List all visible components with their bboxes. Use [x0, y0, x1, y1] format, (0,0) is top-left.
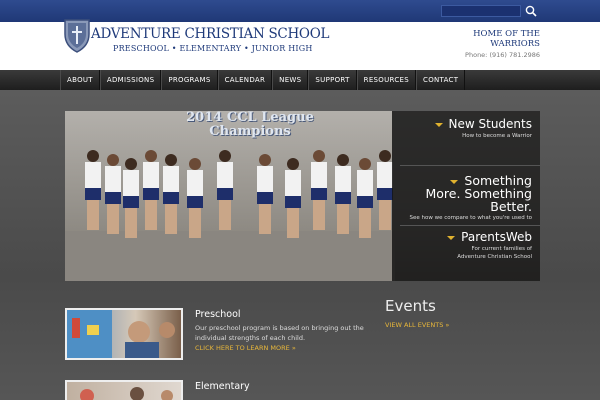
panel-subtitle-line1: For current families of [471, 246, 532, 252]
player-figure [257, 154, 273, 234]
nav-item-resources[interactable]: RESOURCES [356, 70, 416, 90]
preschool-learn-more-link[interactable]: CLICK HERE TO LEARN MORE » [195, 344, 296, 352]
panel-divider [400, 225, 540, 226]
preschool-thumbnail[interactable] [65, 308, 183, 360]
nav-item-news[interactable]: NEWS [272, 70, 309, 90]
player-figure [335, 154, 351, 234]
player-figure [311, 150, 327, 230]
player-figure [85, 150, 101, 230]
school-name[interactable]: ADVENTURE CHRISTIAN SCHOOL [91, 26, 329, 42]
panel-something-more[interactable]: Something More. Something Better. See ho… [409, 174, 532, 221]
home-of-line2: WARRIORS [490, 39, 540, 49]
school-crest-logo[interactable] [62, 16, 92, 54]
player-figure [285, 158, 301, 238]
elementary-thumbnail[interactable] [65, 380, 183, 400]
panel-subtitle-line2: Adventure Christian School [457, 254, 532, 260]
panel-divider [400, 165, 540, 166]
panel-title-line3: Better. [490, 199, 532, 214]
preschool-text-line1: Our preschool program is based on bringi… [195, 324, 364, 332]
player-figure [377, 150, 393, 230]
nav-item-programs[interactable]: PROGRAMS [161, 70, 218, 90]
team-photo-image [65, 150, 395, 281]
nav-item-contact[interactable]: CONTACT [416, 70, 466, 90]
arrow-down-icon [434, 122, 443, 127]
nav-item-admissions[interactable]: ADMISSIONS [99, 70, 162, 90]
player-figure [143, 150, 159, 230]
player-figure [357, 158, 373, 238]
main-nav: ABOUT ADMISSIONS PROGRAMS CALENDAR NEWS … [0, 70, 600, 90]
view-all-events-link[interactable]: VIEW ALL EVENTS » [385, 321, 449, 329]
panel-subtitle: See how we compare to what you're used t… [409, 215, 532, 221]
home-of-warriors: HOME OF THE WARRIORS [473, 29, 540, 49]
arrow-down-icon [450, 179, 459, 184]
site-header: ADVENTURE CHRISTIAN SCHOOL PRESCHOOL • E… [0, 19, 600, 70]
panel-parentsweb[interactable]: ParentsWeb For current families of Adven… [447, 231, 532, 260]
school-tagline: PRESCHOOL • ELEMENTARY • JUNIOR HIGH [113, 44, 313, 53]
nav-item-about[interactable]: ABOUT [60, 70, 100, 90]
nav-item-support[interactable]: SUPPORT [308, 70, 357, 90]
events-title[interactable]: Events [385, 297, 436, 315]
preschool-description: Our preschool program is based on bringi… [195, 323, 375, 343]
panel-title: New Students [448, 117, 532, 131]
nav-item-calendar[interactable]: CALENDAR [217, 70, 273, 90]
player-figure [217, 150, 233, 230]
hero-panel: New Students How to become a Warrior Som… [392, 111, 540, 281]
preschool-photo-image [67, 310, 175, 358]
preschool-title[interactable]: Preschool [195, 309, 241, 320]
elementary-photo-image [80, 387, 173, 400]
phone-number: Phone: (916) 781.2986 [465, 51, 540, 59]
search-icon[interactable] [524, 4, 538, 18]
search-input[interactable] [441, 5, 521, 17]
player-figure [105, 154, 121, 234]
panel-new-students[interactable]: New Students How to become a Warrior [434, 117, 532, 139]
panel-subtitle: How to become a Warrior [462, 133, 532, 139]
panel-title: ParentsWeb [461, 230, 532, 244]
home-of-line1: HOME OF THE [473, 29, 540, 39]
player-figure [123, 158, 139, 238]
player-figure [163, 154, 179, 234]
elementary-title[interactable]: Elementary [195, 381, 250, 392]
hero-slider[interactable]: 2014 CCL League Champions New Students H… [65, 111, 540, 281]
arrow-down-icon [447, 235, 456, 240]
preschool-text-line2: individual strengths of each child. [195, 334, 306, 342]
player-figure [187, 158, 203, 238]
